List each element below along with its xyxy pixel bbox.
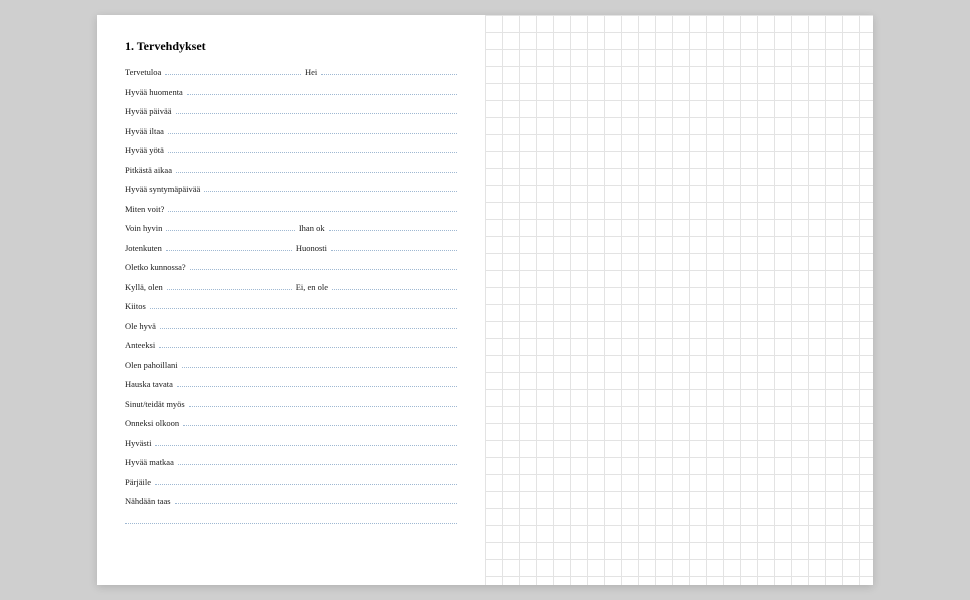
vocab-term: Anteeksi (125, 340, 155, 350)
vocab-row: Hyvää iltaa (125, 125, 457, 145)
vocab-row: Hyvää syntymäpäivää (125, 183, 457, 203)
vocab-term: Sinut/teidät myös (125, 399, 185, 409)
vocab-term: Hyvää huomenta (125, 87, 183, 97)
vocab-term: Oletko kunnossa? (125, 262, 186, 272)
blank-line (189, 398, 457, 407)
vocab-row: Hyvää huomenta (125, 86, 457, 106)
vocab-term: Onneksi olkoon (125, 418, 179, 428)
vocab-row: Hyvästi (125, 437, 457, 457)
vocab-term: Miten voit? (125, 204, 164, 214)
vocab-row (125, 515, 457, 535)
blank-line (331, 242, 457, 251)
blank-line (321, 66, 457, 75)
blank-line (329, 222, 457, 231)
vocab-term: Jotenkuten (125, 243, 162, 253)
vocab-term: Huonosti (296, 243, 327, 253)
vocab-term: Pitkästä aikaa (125, 165, 172, 175)
blank-line (190, 261, 457, 270)
blank-line (183, 417, 457, 426)
vocab-row: Sinut/teidät myös (125, 398, 457, 418)
vocab-term: Hyvää matkaa (125, 457, 174, 467)
blank-line (175, 495, 457, 504)
vocab-term: Pärjäile (125, 477, 151, 487)
vocab-term: Ei, en ole (296, 282, 328, 292)
blank-line (159, 339, 457, 348)
vocab-row: Jotenkuten Huonosti (125, 242, 457, 262)
blank-line (168, 125, 457, 134)
vocab-row: Oletko kunnossa? (125, 261, 457, 281)
vocab-row: Voin hyvin Ihan ok (125, 222, 457, 242)
section-heading: 1. Tervehdykset (125, 39, 457, 54)
blank-line (160, 320, 457, 329)
blank-line (165, 66, 301, 75)
vocab-term: Hyvästi (125, 438, 151, 448)
blank-line (178, 456, 457, 465)
vocab-term: Hyvää päivää (125, 106, 172, 116)
vocab-term: Hyvää iltaa (125, 126, 164, 136)
vocab-term: Olen pahoillani (125, 360, 178, 370)
vocab-row: Hyvää yötä (125, 144, 457, 164)
vocab-term: Ihan ok (299, 223, 325, 233)
vocab-row: Pärjäile (125, 476, 457, 496)
left-page: 1. Tervehdykset Tervetuloa Hei Hyvää huome… (97, 15, 485, 585)
blank-line (187, 86, 457, 95)
vocab-term: Nähdään taas (125, 496, 171, 506)
grid-paper (485, 15, 873, 585)
vocab-row: Onneksi olkoon (125, 417, 457, 437)
vocab-row: Kiitos (125, 300, 457, 320)
vocabulary-list: Tervetuloa Hei Hyvää huomenta Hyvää päivää H… (125, 66, 457, 534)
blank-line (168, 203, 457, 212)
blank-line (182, 359, 457, 368)
blank-line (168, 144, 457, 153)
vocab-row: Hyvää päivää (125, 105, 457, 125)
vocab-row: Kyllä, olen Ei, en ole (125, 281, 457, 301)
vocab-term: Kyllä, olen (125, 282, 163, 292)
vocab-row: Miten voit? (125, 203, 457, 223)
page-spread: 1. Tervehdykset Tervetuloa Hei Hyvää huome… (97, 15, 873, 585)
vocab-row: Hauska tavata (125, 378, 457, 398)
vocab-term: Hauska tavata (125, 379, 173, 389)
vocab-row: Ole hyvä (125, 320, 457, 340)
vocab-row: Olen pahoillani (125, 359, 457, 379)
vocab-row: Pitkästä aikaa (125, 164, 457, 184)
blank-line (155, 476, 457, 485)
blank-line (125, 515, 457, 524)
vocab-term: Hyvää syntymäpäivää (125, 184, 200, 194)
blank-line (177, 378, 457, 387)
vocab-term: Ole hyvä (125, 321, 156, 331)
vocab-row: Nähdään taas (125, 495, 457, 515)
vocab-term: Tervetuloa (125, 67, 161, 77)
vocab-row: Anteeksi (125, 339, 457, 359)
blank-line (176, 105, 458, 114)
blank-line (176, 164, 457, 173)
blank-line (150, 300, 457, 309)
vocab-row: Tervetuloa Hei (125, 66, 457, 86)
blank-line (167, 281, 292, 290)
vocab-term: Voin hyvin (125, 223, 162, 233)
blank-line (166, 222, 294, 231)
right-page (485, 15, 873, 585)
vocab-term: Kiitos (125, 301, 146, 311)
vocab-term: Hei (305, 67, 317, 77)
vocab-row: Hyvää matkaa (125, 456, 457, 476)
blank-line (166, 242, 292, 251)
blank-line (155, 437, 457, 446)
blank-line (332, 281, 457, 290)
vocab-term: Hyvää yötä (125, 145, 164, 155)
blank-line (204, 183, 457, 192)
